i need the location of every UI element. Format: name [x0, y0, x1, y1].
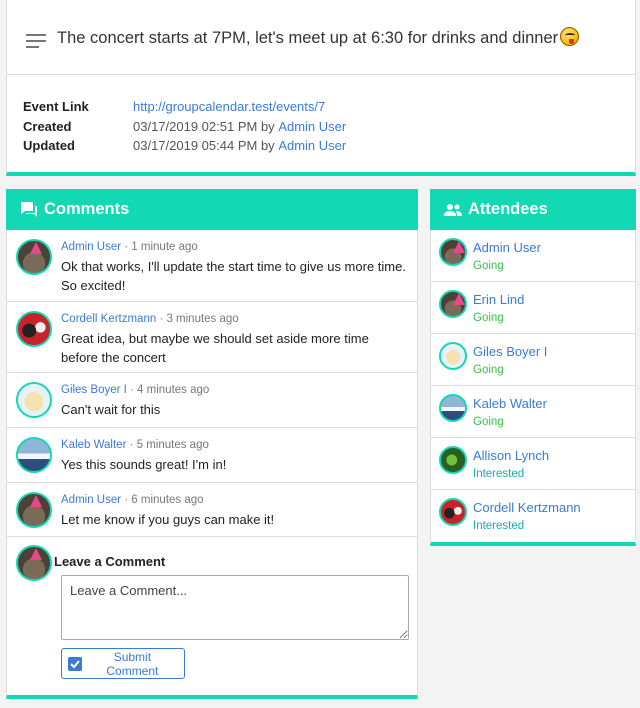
- created-label: Created: [23, 118, 72, 134]
- yum-emoji-icon: [560, 27, 580, 46]
- people-icon: [444, 203, 462, 216]
- event-description-row: The concert starts at 7PM, let's meet up…: [7, 0, 635, 75]
- event-link-label: Event Link: [23, 99, 89, 115]
- attendee-status: Interested: [473, 520, 525, 532]
- comment-text: Yes this sounds great! I'm in!: [61, 457, 227, 472]
- avatar[interactable]: [16, 382, 52, 418]
- comments-title: Comments: [44, 200, 130, 218]
- avatar[interactable]: [439, 342, 467, 370]
- avatar[interactable]: [439, 394, 467, 422]
- attendee-status: Going: [473, 364, 504, 376]
- avatar[interactable]: [16, 492, 52, 528]
- event-link[interactable]: http://groupcalendar.test/events/7: [133, 99, 325, 114]
- comment-item: Kaleb Walter · 5 minutes ago Yes this so…: [7, 428, 417, 483]
- avatar[interactable]: [439, 446, 467, 474]
- event-description: The concert starts at 7PM, let's meet up…: [57, 27, 580, 48]
- comment-text: Let me know if you guys can make it!: [61, 512, 275, 527]
- avatar[interactable]: [439, 238, 467, 266]
- comments-icon: [21, 201, 37, 217]
- attendee-status: Going: [473, 260, 504, 272]
- comment-author-link[interactable]: Admin User: [61, 494, 121, 506]
- attendee-name-link[interactable]: Erin Lind: [473, 292, 524, 307]
- attendee-item: Admin User Going: [431, 230, 635, 282]
- comments-header: Comments: [6, 189, 418, 230]
- submit-comment-button[interactable]: Submit Comment: [61, 648, 185, 679]
- avatar[interactable]: [16, 239, 52, 275]
- avatar[interactable]: [439, 290, 467, 318]
- created-user-link[interactable]: Admin User: [278, 119, 346, 134]
- comment-time: · 6 minutes ago: [121, 494, 204, 506]
- attendees-title: Attendees: [468, 200, 548, 218]
- attendee-name-link[interactable]: Giles Boyer I: [473, 344, 547, 359]
- comment-item: Cordell Kertzmann · 3 minutes ago Great …: [7, 302, 417, 373]
- avatar[interactable]: [16, 311, 52, 347]
- comment-item: Giles Boyer I · 4 minutes ago Can't wait…: [7, 373, 417, 428]
- attendee-status: Interested: [473, 468, 525, 480]
- event-details-card: The concert starts at 7PM, let's meet up…: [6, 0, 636, 176]
- created-by: by: [260, 118, 275, 134]
- attendee-name-link[interactable]: Cordell Kertzmann: [473, 500, 581, 515]
- comment-author-link[interactable]: Giles Boyer I: [61, 384, 127, 396]
- submit-comment-label: Submit Comment: [106, 649, 159, 678]
- comment-time: · 1 minute ago: [121, 241, 198, 253]
- attendees-panel: Attendees Admin User Going Erin Lind Goi…: [430, 189, 636, 546]
- attendee-item: Allison Lynch Interested: [431, 438, 635, 490]
- comment-text: Can't wait for this: [61, 402, 161, 417]
- comment-author-link[interactable]: Admin User: [61, 241, 121, 253]
- attendee-item: Giles Boyer I Going: [431, 334, 635, 386]
- comment-textarea[interactable]: [61, 575, 409, 640]
- attendee-item: Erin Lind Going: [431, 282, 635, 334]
- attendee-status: Going: [473, 416, 504, 428]
- comment-time: · 4 minutes ago: [126, 384, 210, 396]
- comment-author-link[interactable]: Kaleb Walter: [61, 439, 126, 451]
- attendee-status: Going: [473, 312, 504, 324]
- comment-item: Admin User · 6 minutes ago Let me know i…: [7, 483, 417, 537]
- comment-text: Ok that works, I'll update the start tim…: [61, 259, 406, 293]
- comment-time: · 3 minutes ago: [156, 313, 239, 325]
- updated-label: Updated: [23, 138, 75, 154]
- updated-by: by: [260, 138, 275, 154]
- description-icon: [26, 34, 46, 48]
- event-meta: Event Link http://groupcalendar.test/eve…: [23, 97, 346, 156]
- attendees-header: Attendees: [430, 189, 636, 230]
- comment-time: · 5 minutes ago: [126, 439, 209, 451]
- current-user-avatar: [16, 545, 52, 581]
- updated-user-link[interactable]: Admin User: [278, 138, 346, 153]
- attendee-name-link[interactable]: Allison Lynch: [473, 448, 549, 463]
- attendee-item: Cordell Kertzmann Interested: [431, 490, 635, 542]
- created-date: 03/17/2019 02:51 PM: [133, 118, 258, 134]
- attendee-name-link[interactable]: Kaleb Walter: [473, 396, 547, 411]
- comment-text: Great idea, but maybe we should set asid…: [61, 331, 369, 365]
- attendee-item: Kaleb Walter Going: [431, 386, 635, 438]
- comment-item: Admin User · 1 minute ago Ok that works,…: [7, 230, 417, 302]
- check-icon: [68, 656, 82, 671]
- leave-comment-title: Leave a Comment: [54, 554, 166, 569]
- avatar[interactable]: [16, 437, 52, 473]
- attendee-name-link[interactable]: Admin User: [473, 240, 541, 255]
- comment-author-link[interactable]: Cordell Kertzmann: [61, 313, 156, 325]
- updated-date: 03/17/2019 05:44 PM: [133, 138, 258, 154]
- avatar[interactable]: [439, 498, 467, 526]
